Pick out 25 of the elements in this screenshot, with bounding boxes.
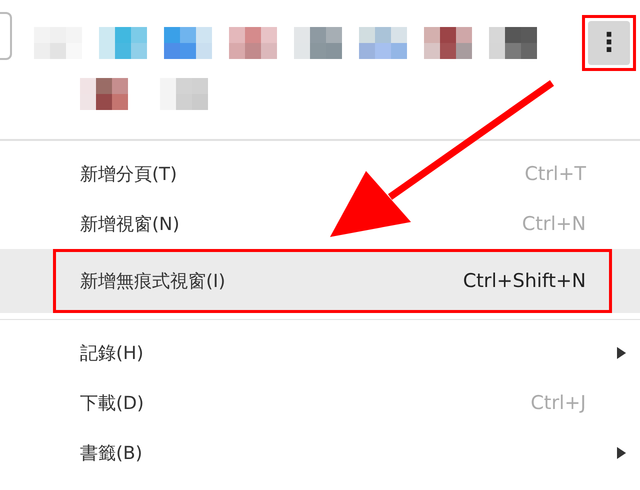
menu-item[interactable]: 下載(D) Ctrl+J	[0, 378, 640, 428]
menu-button[interactable]: ⋮	[588, 21, 630, 65]
menu-item-label: 下載(D)	[80, 392, 145, 415]
blurred-icon[interactable]	[424, 27, 472, 59]
submenu-arrow-icon	[617, 447, 626, 459]
blurred-icon[interactable]	[489, 27, 537, 59]
shortcut-label: Ctrl+T	[524, 163, 586, 185]
shortcut-label: Ctrl+Shift+N	[462, 270, 586, 292]
blurred-icon[interactable]	[294, 27, 342, 59]
menu-item-label: 新增無痕式視窗(I)	[80, 270, 226, 293]
menu-item-label: 書籤(B)	[80, 442, 144, 465]
menu-item[interactable]: 新增無痕式視窗(I) Ctrl+Shift+N	[0, 249, 640, 313]
address-bar-edge	[0, 12, 12, 60]
menu-item-label: 新增分頁(T)	[80, 163, 178, 186]
shortcut-label: Ctrl+N	[522, 213, 586, 235]
menu-item[interactable]: 新增分頁(T) Ctrl+T	[0, 149, 640, 199]
shortcut-label: Ctrl+J	[530, 392, 586, 414]
blurred-icon[interactable]	[164, 27, 212, 59]
menu-item-label: 新增視窗(N)	[80, 213, 181, 236]
menu-item[interactable]: 記錄(H)	[0, 328, 640, 378]
submenu-arrow-icon	[617, 347, 626, 359]
blurred-icon[interactable]	[80, 78, 128, 110]
menu-item[interactable]: 書籤(B)	[0, 428, 640, 478]
menu-item[interactable]: 新增視窗(N) Ctrl+N	[0, 199, 640, 249]
menu-item-label: 記錄(H)	[80, 342, 145, 365]
